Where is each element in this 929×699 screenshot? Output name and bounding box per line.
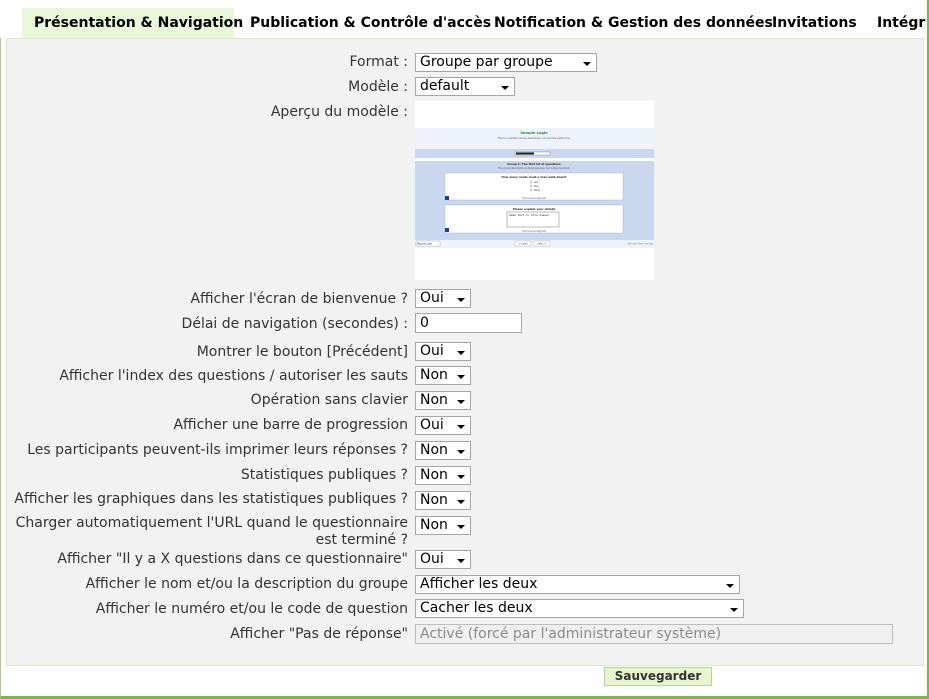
svg-text:Two: Two — [534, 185, 539, 188]
svg-text:This is some help text: This is some help text — [522, 230, 546, 233]
chevron-down-icon — [457, 559, 465, 563]
chevron-down-icon — [501, 86, 509, 90]
delai-label: Délai de navigation (secondes) : — [181, 316, 408, 332]
index-label: Afficher l'index des questions / autoris… — [59, 368, 408, 384]
bienvenue-select[interactable]: Oui — [415, 289, 471, 308]
pasreponse-input: Activé (forcé par l'administrateur systè… — [415, 624, 893, 644]
progression-select[interactable]: Oui — [415, 416, 471, 435]
groupe-select[interactable]: Afficher les deux — [415, 575, 740, 594]
svg-text:Sample Login: Sample Login — [520, 131, 548, 135]
svg-text:None: None — [534, 189, 541, 192]
chevron-down-icon — [730, 608, 738, 612]
bienvenue-label: Afficher l'écran de bienvenue ? — [190, 291, 408, 307]
bienvenue-value: Oui — [420, 290, 444, 306]
svg-text:This is some help text: This is some help text — [522, 197, 546, 200]
svg-text:Please explain your details: Please explain your details — [513, 207, 556, 211]
index-value: Non — [420, 367, 448, 383]
delai-input[interactable]: 0 — [415, 313, 522, 333]
progression-label: Afficher une barre de progression — [173, 417, 408, 433]
url-label: Charger automatiquement l'URL quand le q… — [15, 515, 408, 548]
svg-text:Some text in this answer: Some text in this answer — [509, 213, 550, 217]
modele-label: Modèle : — [348, 79, 408, 95]
svg-text:one: one — [534, 181, 539, 184]
graphiques-value: Non — [420, 492, 448, 508]
svg-text:How many roads must a man walk: How many roads must a man walk down? — [501, 175, 567, 179]
save-button[interactable]: Sauvegarder — [604, 667, 712, 686]
imprimer-select[interactable]: Non — [415, 441, 471, 460]
clavier-label: Opération sans clavier — [250, 392, 408, 408]
svg-text:Resume Later: Resume Later — [417, 243, 432, 246]
chevron-down-icon — [457, 475, 465, 479]
stats-select[interactable]: Non — [415, 466, 471, 485]
chevron-down-icon — [457, 450, 465, 454]
xquestions-value: Oui — [420, 551, 444, 567]
clavier-select[interactable]: Non — [415, 391, 471, 410]
format-select[interactable]: Groupe par groupe — [415, 53, 597, 72]
format-value: Groupe par groupe — [420, 54, 553, 70]
svg-text:<< prev: << prev — [518, 243, 528, 246]
chevron-down-icon — [457, 400, 465, 404]
modele-value: default — [420, 78, 470, 94]
format-label: Format : — [349, 54, 408, 70]
xquestions-label: Afficher "Il y a X questions dans ce que… — [57, 551, 408, 567]
apercu-label: Aperçu du modèle : — [270, 104, 408, 120]
tab-publication-acces[interactable]: Publication & Contrôle d'accès — [238, 8, 491, 38]
groupe-label: Afficher le nom et/ou la description du … — [85, 576, 408, 592]
tab-notification-donnees[interactable]: Notification & Gestion des données — [482, 8, 773, 38]
svg-text:[Exit and Clear Survey]: [Exit and Clear Survey] — [628, 243, 654, 246]
chevron-down-icon — [726, 584, 734, 588]
chevron-down-icon — [457, 425, 465, 429]
numero-label: Afficher le numéro et/ou le code de ques… — [95, 601, 408, 617]
svg-text:This group description is fair: This group description is fairly vacuous… — [498, 167, 571, 170]
tab-invitations[interactable]: Invitations — [760, 8, 862, 38]
tab-bar: Présentation & Navigation Publication & … — [0, 0, 926, 38]
clavier-value: Non — [420, 392, 448, 408]
chevron-down-icon — [457, 351, 465, 355]
tab-presentation-navigation[interactable]: Présentation & Navigation — [22, 8, 243, 38]
imprimer-value: Non — [420, 442, 448, 458]
imprimer-label: Les participants peuvent-ils imprimer le… — [27, 442, 408, 458]
url-value: Non — [420, 517, 448, 533]
chevron-down-icon — [583, 62, 591, 66]
chevron-down-icon — [457, 525, 465, 529]
svg-text:This is a sample survey descri: This is a sample survey description. It … — [498, 136, 571, 140]
precedent-value: Oui — [420, 343, 444, 359]
chevron-down-icon — [457, 500, 465, 504]
template-preview-image: Sample Login This is a sample survey des… — [415, 101, 654, 280]
stats-value: Non — [420, 467, 448, 483]
precedent-select[interactable]: Oui — [415, 342, 471, 361]
numero-value: Cacher les deux — [420, 600, 533, 616]
url-select[interactable]: Non — [415, 516, 471, 535]
svg-text:next >>: next >> — [537, 243, 546, 246]
xquestions-select[interactable]: Oui — [415, 550, 471, 569]
numero-select[interactable]: Cacher les deux — [415, 599, 744, 618]
progression-value: Oui — [420, 417, 444, 433]
chevron-down-icon — [457, 298, 465, 302]
pasreponse-label: Afficher "Pas de réponse" — [230, 626, 408, 642]
modele-select[interactable]: default — [415, 77, 515, 96]
groupe-value: Afficher les deux — [420, 576, 538, 592]
tab-integration[interactable]: Intégra — [865, 8, 926, 38]
graphiques-label: Afficher les graphiques dans les statist… — [14, 491, 408, 507]
graphiques-select[interactable]: Non — [415, 491, 471, 510]
precedent-label: Montrer le bouton [Précédent] — [196, 344, 408, 360]
stats-label: Statistiques publiques ? — [240, 467, 408, 483]
svg-text:Group 1: The first lot of ques: Group 1: The first lot of questions — [507, 162, 561, 166]
chevron-down-icon — [457, 375, 465, 379]
index-select[interactable]: Non — [415, 366, 471, 385]
